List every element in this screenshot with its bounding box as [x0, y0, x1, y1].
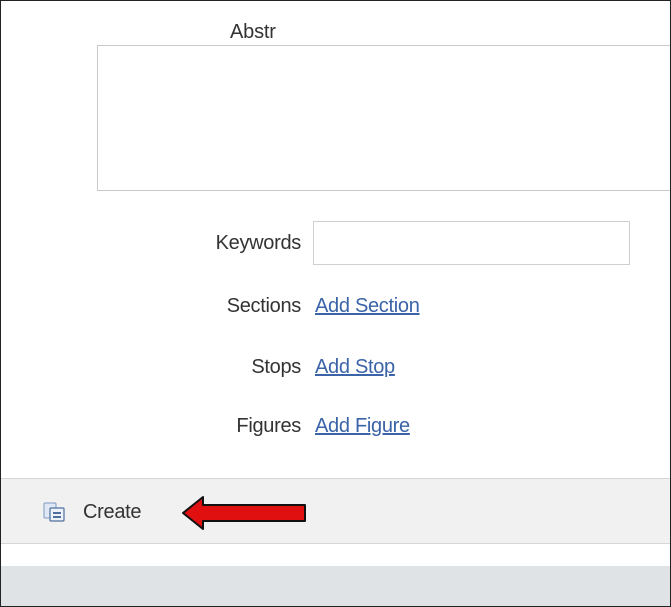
- keywords-label: Keywords: [215, 232, 302, 254]
- abstract-label: Abstr: [230, 21, 276, 43]
- form-panel: Abstr Keywords Sections Add Section Stop…: [0, 0, 671, 607]
- bottom-area: [1, 566, 670, 606]
- sections-label: Sections: [226, 295, 302, 317]
- create-label: Create: [83, 500, 142, 523]
- create-document-icon: [43, 502, 65, 522]
- add-section-link[interactable]: Add Section: [315, 295, 420, 318]
- stops-label: Stops: [251, 356, 301, 378]
- keywords-input[interactable]: [313, 221, 630, 265]
- create-button[interactable]: Create: [43, 497, 142, 527]
- add-figure-link[interactable]: Add Figure: [315, 415, 410, 438]
- figures-label: Figures: [236, 415, 301, 437]
- abstract-textarea[interactable]: [97, 45, 670, 191]
- red-arrow-icon: [182, 496, 306, 530]
- add-stop-link[interactable]: Add Stop: [315, 356, 395, 379]
